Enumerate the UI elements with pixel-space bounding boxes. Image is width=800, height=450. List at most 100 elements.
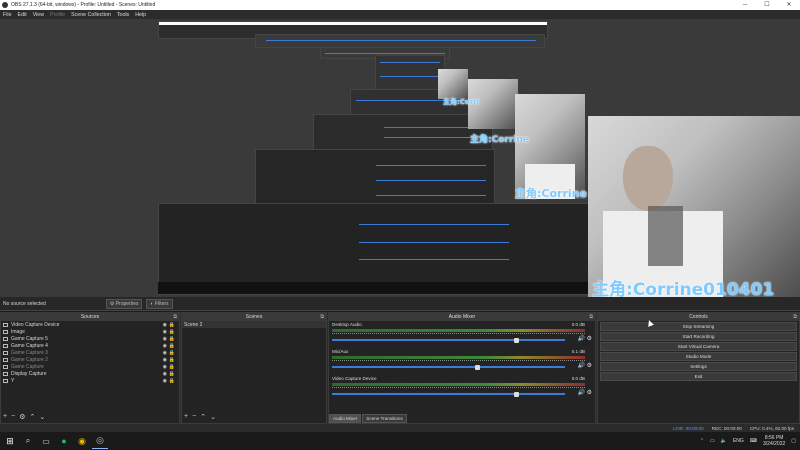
visibility-eye-icon[interactable]: ◉ xyxy=(163,378,167,384)
scenes-dock: Scenes ⧉ Scene 2 + − ⌃ ⌄ xyxy=(181,312,327,424)
clock[interactable]: 8:56 PM 3/24/2022 xyxy=(763,435,785,447)
close-icon[interactable]: ✕ xyxy=(778,0,800,10)
gear-icon[interactable]: ⚙ xyxy=(587,363,592,369)
filters-button[interactable]: ◐ Filters xyxy=(146,298,173,309)
exit-button[interactable]: Exit xyxy=(600,372,797,381)
start-virtual-camera-button[interactable]: Start Virtual Camera xyxy=(600,342,797,351)
menu-profile[interactable]: Profile xyxy=(50,12,65,18)
search-icon[interactable]: ⌕ xyxy=(20,433,36,449)
controls-dock: Controls ⧉ Stop Streaming Start Recording… xyxy=(597,312,800,424)
gear-icon[interactable]: ⚙ xyxy=(587,336,592,342)
nested-taskbar xyxy=(158,282,590,294)
visibility-eye-icon[interactable]: ◉ xyxy=(163,350,167,356)
source-label: Game Capture 4 xyxy=(11,342,48,349)
add-icon[interactable]: + xyxy=(184,413,188,421)
tab-audio-mixer[interactable]: Audio Mixer xyxy=(329,414,362,423)
obs-taskbar-icon[interactable]: ◎ xyxy=(92,433,108,449)
up-arrow-icon[interactable]: ⌃ xyxy=(29,413,35,421)
visibility-eye-icon[interactable]: ◉ xyxy=(163,322,167,328)
gamepad-icon xyxy=(3,357,8,362)
lock-icon[interactable]: 🔒 xyxy=(169,350,175,356)
windows-start-icon[interactable]: ⊞ xyxy=(2,433,18,449)
language-indicator[interactable]: ENG xyxy=(733,438,744,444)
menu-file[interactable]: File xyxy=(3,12,12,18)
stop-streaming-button[interactable]: Stop Streaming xyxy=(600,322,797,331)
keyboard-icon[interactable]: ⌨ xyxy=(750,438,757,444)
lock-icon[interactable]: 🔒 xyxy=(169,343,175,349)
menu-tools[interactable]: Tools xyxy=(117,12,129,18)
lock-icon[interactable]: 🔒 xyxy=(169,322,175,328)
channel-name: Mic/Aux xyxy=(332,349,349,354)
webcam-frame xyxy=(515,94,585,199)
volume-slider-handle[interactable] xyxy=(513,391,519,397)
add-icon[interactable]: + xyxy=(3,413,7,421)
lock-icon[interactable]: 🔒 xyxy=(169,371,175,377)
source-item[interactable]: Y ◉ 🔒 xyxy=(1,377,179,384)
tab-scene-transitions[interactable]: Scene Transitions xyxy=(362,414,407,423)
notification-icon[interactable]: ▢ xyxy=(791,438,796,444)
up-arrow-icon[interactable]: ⌃ xyxy=(200,413,206,421)
volume-slider-handle[interactable] xyxy=(474,364,480,370)
overlay-text: 主角:Corrine010401 xyxy=(592,280,775,297)
lock-icon[interactable]: 🔒 xyxy=(169,329,175,335)
network-icon[interactable]: ▭ xyxy=(710,438,715,444)
studio-mode-button[interactable]: Studio Mode xyxy=(600,352,797,361)
visibility-eye-icon[interactable]: ◉ xyxy=(163,371,167,377)
task-view-icon[interactable]: ▭ xyxy=(38,433,54,449)
volume-slider[interactable] xyxy=(332,393,565,395)
scene-item[interactable]: Scene 2 xyxy=(182,321,326,328)
maximize-icon[interactable]: ☐ xyxy=(756,0,778,10)
start-recording-button[interactable]: Start Recording xyxy=(600,332,797,341)
source-item[interactable]: Display Capture ◉ 🔒 xyxy=(1,370,179,377)
meter-ticks xyxy=(332,333,585,336)
menu-view[interactable]: View xyxy=(33,12,44,18)
visibility-eye-icon[interactable]: ◉ xyxy=(163,329,167,335)
remove-icon[interactable]: − xyxy=(192,413,196,421)
speaker-icon[interactable]: 🔊 xyxy=(577,390,584,396)
window-title: OBS 27.1.3 (64-bit, windows) - Profile: … xyxy=(11,2,156,8)
volume-slider[interactable] xyxy=(332,339,565,341)
sources-toolbar: + − ⚙ ⌃ ⌄ xyxy=(3,413,45,421)
visibility-eye-icon[interactable]: ◉ xyxy=(163,336,167,342)
remove-icon[interactable]: − xyxy=(11,413,15,421)
gear-icon[interactable]: ⚙ xyxy=(587,390,592,396)
source-item[interactable]: Game Capture 3 ◉ 🔒 xyxy=(1,349,179,356)
gear-icon[interactable]: ⚙ xyxy=(19,413,25,421)
visibility-eye-icon[interactable]: ◉ xyxy=(163,364,167,370)
volume-icon[interactable]: 🔈 xyxy=(721,438,727,444)
source-item[interactable]: Image ◉ 🔒 xyxy=(1,328,179,335)
volume-slider-handle[interactable] xyxy=(513,337,519,343)
nested-obs-window xyxy=(255,34,545,48)
chrome-icon[interactable]: ◉ xyxy=(74,433,90,449)
visibility-eye-icon[interactable]: ◉ xyxy=(163,357,167,363)
lock-icon[interactable]: 🔒 xyxy=(169,378,175,384)
settings-button[interactable]: Settings xyxy=(600,362,797,371)
image-icon xyxy=(3,329,8,334)
down-arrow-icon[interactable]: ⌄ xyxy=(39,413,45,421)
source-item[interactable]: Game Capture 2 ◉ 🔒 xyxy=(1,356,179,363)
volume-slider[interactable] xyxy=(332,366,565,368)
webcam-frame xyxy=(588,116,800,297)
lock-icon[interactable]: 🔒 xyxy=(169,364,175,370)
meter-ticks xyxy=(332,387,585,390)
menu-help[interactable]: Help xyxy=(135,12,146,18)
rec-status: REC: 00:00:00 xyxy=(711,425,742,431)
spotify-icon[interactable]: ● xyxy=(56,433,72,449)
minimize-icon[interactable]: ─ xyxy=(734,0,756,10)
source-item[interactable]: Game Capture ◉ 🔒 xyxy=(1,363,179,370)
speaker-icon[interactable]: 🔊 xyxy=(577,363,584,369)
menu-scene-collection[interactable]: Scene Collection xyxy=(71,12,111,18)
source-item[interactable]: Game Capture 5 ◉ 🔒 xyxy=(1,335,179,342)
menu-edit[interactable]: Edit xyxy=(18,12,27,18)
source-item[interactable]: Game Capture 4 ◉ 🔒 xyxy=(1,342,179,349)
preview-canvas[interactable]: 主角:Corri 主角:Corrine 主角:Corrine 主角:Corrin… xyxy=(0,19,800,297)
lock-icon[interactable]: 🔒 xyxy=(169,357,175,363)
visibility-eye-icon[interactable]: ◉ xyxy=(163,343,167,349)
down-arrow-icon[interactable]: ⌄ xyxy=(210,413,216,421)
source-label: Display Capture xyxy=(11,370,47,377)
speaker-icon[interactable]: 🔊 xyxy=(577,336,584,342)
chevron-up-icon[interactable]: ⌃ xyxy=(700,438,704,444)
properties-button[interactable]: ⚙ Properties xyxy=(105,298,143,309)
source-item[interactable]: Video Capture Device ◉ 🔒 xyxy=(1,321,179,328)
lock-icon[interactable]: 🔒 xyxy=(169,336,175,342)
